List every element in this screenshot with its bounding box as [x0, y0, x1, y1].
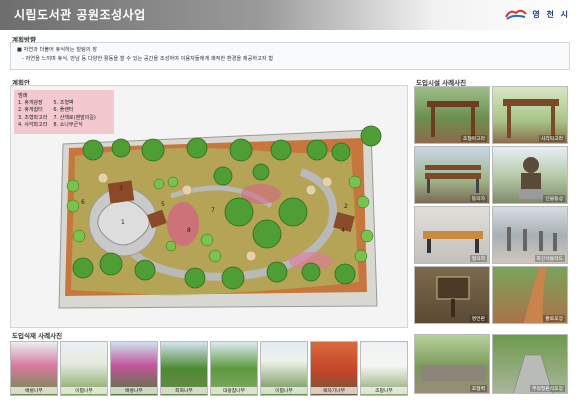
planting-photo-label: 조팝나무: [361, 387, 407, 394]
plan-marker-1: 1: [121, 219, 125, 226]
facility-photo-label: 등의자: [469, 195, 487, 202]
page-title: 시립도서관 공원조성사업: [14, 8, 146, 22]
facility-photo-label: 조형벽: [469, 385, 487, 392]
facility-photo: 조형파고라: [414, 86, 490, 144]
legend-item: 8. 소나무군식: [53, 122, 83, 129]
page: 시립도서관 공원조성사업 영 천 시 계획방향 ■ 자연과 더불어 휴식하는 힐…: [0, 0, 580, 409]
planting-photo: 이팝나무: [260, 341, 308, 396]
facility-photo: 화강석볼라드: [492, 206, 568, 264]
facility-photo-label: 인물동상: [543, 195, 565, 202]
planting-photo: 조팝나무: [360, 341, 408, 396]
planting-photo: 회화나무: [160, 341, 208, 396]
planting-photo-label: 회화나무: [161, 387, 207, 394]
facility-photo: 사각파고라: [492, 86, 568, 144]
cloud-logo-icon: [505, 9, 528, 20]
facility-photo-label: 명언판: [469, 315, 487, 322]
planting-photo-label: 복자기나무: [311, 387, 357, 394]
planting-photo-label: 이팝나무: [261, 387, 307, 394]
planting-photo-label: 배롱나무: [111, 387, 157, 394]
facility-photo-label: 화강석볼라드: [534, 255, 565, 262]
facility-photo-label: 황토포장: [543, 315, 565, 322]
planting-photo: 복자기나무: [310, 341, 358, 396]
city-logo: 영 천 시: [504, 7, 570, 21]
direction-line-1: ■ 자연과 더불어 휴식하는 힐링의 장: [17, 47, 97, 53]
legend-item: 4. 사각파고라: [18, 122, 48, 129]
plan-marker-4: 4: [341, 227, 345, 234]
planting-photo: 배롱나무: [110, 341, 158, 396]
planting-heading: 도입식재 사례사진: [12, 332, 63, 340]
legend-item: 2. 휴게쉼터: [18, 107, 43, 114]
plan-marker-5: 5: [161, 201, 165, 208]
facility-photo: 명언판: [414, 266, 490, 324]
planting-photo-label: 대왕참나무: [211, 387, 257, 394]
header-bar: 시립도서관 공원조성사업 영 천 시: [0, 0, 580, 30]
facility-photo-label: 조형파고라: [460, 135, 487, 142]
plan-marker-6: 6: [81, 199, 85, 206]
plan-legend: 범례 1. 휴게광장 2. 휴게쉼터 3. 조형파고라 4. 사각파고라 5. …: [14, 90, 114, 134]
plan-marker-3: 3: [119, 185, 123, 192]
planting-photo: 배롱나무: [10, 341, 58, 396]
facility-photo-label: 부정형판석포장: [530, 385, 565, 392]
facility-photo: 조형벽: [414, 334, 490, 394]
planting-photo-label: 이팝나무: [61, 387, 107, 394]
facility-photo: 부정형판석포장: [492, 334, 568, 394]
facility-photo: 황토포장: [492, 266, 568, 324]
plan-marker-8: 8: [187, 227, 191, 234]
facility-photo-label: 사각파고라: [538, 135, 565, 142]
planting-photo: 대왕참나무: [210, 341, 258, 396]
facility-photo: 평의자: [414, 206, 490, 264]
planting-photo-label: 배롱나무: [11, 387, 57, 394]
direction-box: ■ 자연과 더불어 휴식하는 힐링의 장 - 자연을 느끼며 휴식, 만남 등 …: [10, 42, 570, 70]
legend-item: 6. 플랜터: [53, 107, 74, 114]
planting-photo: 이팝나무: [60, 341, 108, 396]
logo-text: 영 천 시: [532, 9, 570, 19]
facility-photo-label: 평의자: [469, 255, 487, 262]
legend-col-right: 5. 조형벽 6. 플랜터 7. 산책로(맨발의길) 8. 소나무군식: [53, 100, 95, 130]
facility-photo: 등의자: [414, 146, 490, 204]
direction-line-2: - 자연을 느끼며 휴식, 만남 등 다양한 활동을 할 수 있는 공간을 조성…: [22, 56, 274, 62]
plan-marker-2: 2: [344, 203, 348, 210]
plan-marker-7: 7: [211, 207, 215, 214]
legend-col-left: 1. 휴게광장 2. 휴게쉼터 3. 조형파고라 4. 사각파고라: [18, 100, 47, 130]
facility-photo: 인물동상: [492, 146, 568, 204]
legend-title: 범례: [18, 93, 28, 99]
